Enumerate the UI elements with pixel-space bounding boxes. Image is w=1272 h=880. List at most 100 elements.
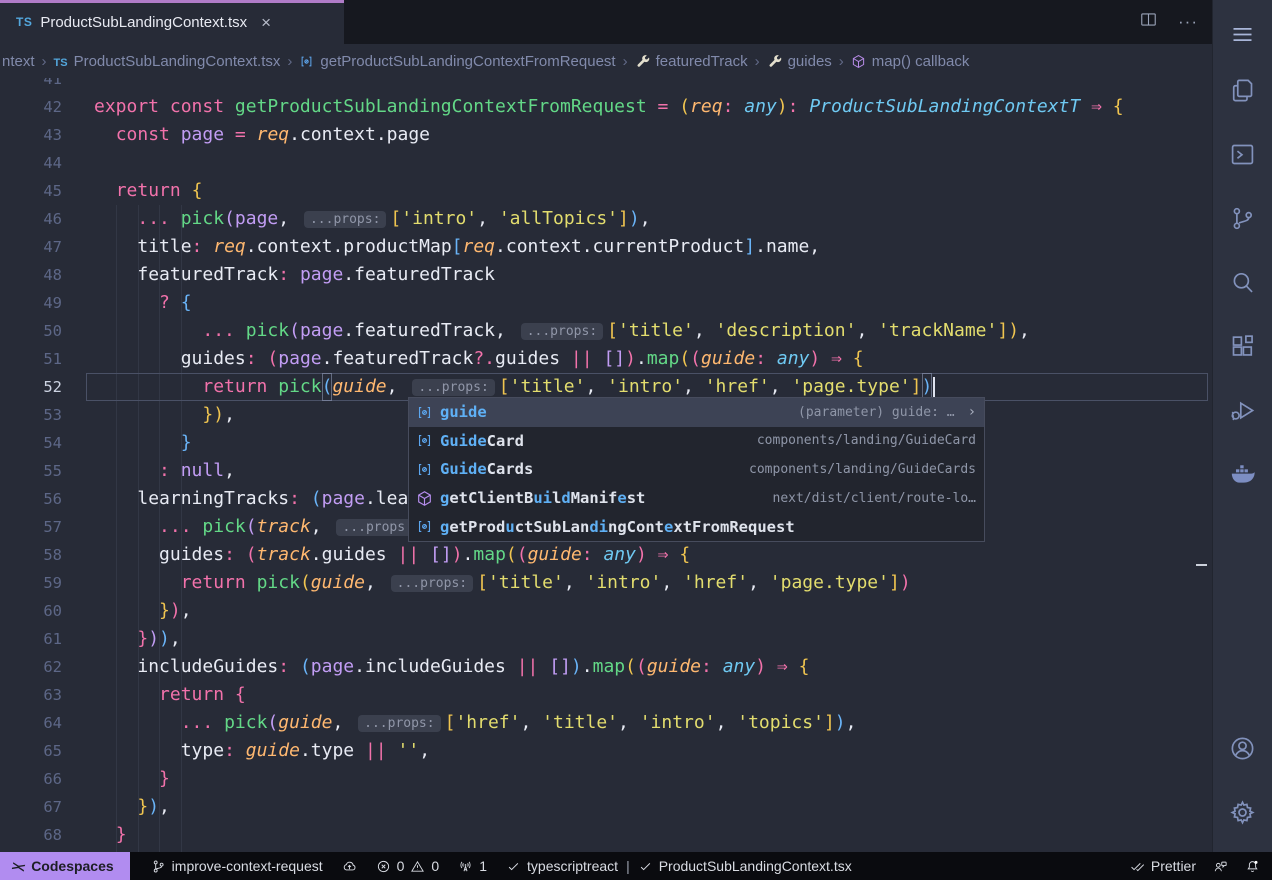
extensions-icon[interactable] <box>1213 314 1272 378</box>
line-number[interactable]: 59 <box>0 569 62 597</box>
breadcrumb-item[interactable]: getProductSubLandingContextFromRequest <box>299 53 615 70</box>
code-line-51[interactable]: 51 guides: (page.featuredTrack?.guides |… <box>0 345 1212 373</box>
line-number[interactable]: 57 <box>0 513 62 541</box>
line-number[interactable]: 47 <box>0 233 62 261</box>
problems[interactable]: 00 <box>376 858 440 874</box>
line-number[interactable]: 56 <box>0 485 62 513</box>
line-number[interactable]: 52 <box>0 373 62 401</box>
line-number[interactable]: 63 <box>0 681 62 709</box>
files-icon[interactable] <box>1213 58 1272 122</box>
code-line-68[interactable]: 68 } <box>0 821 1212 849</box>
docker-icon[interactable] <box>1213 442 1272 506</box>
code-line-47[interactable]: 47 title: req.context.productMap[req.con… <box>0 233 1212 261</box>
token: = <box>235 121 246 149</box>
suggest-item[interactable]: getProductSubLandingContextFromRequest <box>409 512 984 541</box>
line-number[interactable]: 53 <box>0 401 62 429</box>
code-line-65[interactable]: 65 type: guide.type || '', <box>0 737 1212 765</box>
code-line-61[interactable]: 61 })), <box>0 625 1212 653</box>
token: ) <box>213 401 224 429</box>
token: const <box>116 121 170 149</box>
code-line-43[interactable]: 43 const page = req.context.page <box>0 121 1212 149</box>
line-number[interactable]: 60 <box>0 597 62 625</box>
publish-changes[interactable] <box>342 859 357 874</box>
suggest-item[interactable]: GuideCardcomponents/landing/GuideCard <box>409 427 984 456</box>
editor-more-actions-icon[interactable]: ··· <box>1178 12 1198 32</box>
line-number[interactable]: 65 <box>0 737 62 765</box>
token: : <box>246 345 268 373</box>
line-number[interactable]: 62 <box>0 653 62 681</box>
code-line-66[interactable]: 66 } <box>0 765 1212 793</box>
wrench-icon <box>635 54 650 69</box>
line-number[interactable]: 64 <box>0 709 62 737</box>
line-number[interactable]: 41 <box>0 78 62 93</box>
source-control-icon[interactable] <box>1213 186 1272 250</box>
code-line-44[interactable]: 44 <box>0 149 1212 177</box>
suggest-item[interactable]: guide(parameter) guide: …› <box>409 398 984 427</box>
code-line-62[interactable]: 62 includeGuides: (page.includeGuides ||… <box>0 653 1212 681</box>
breadcrumb-item[interactable]: TSProductSubLandingContext.tsx <box>54 53 281 70</box>
suggest-item[interactable]: getClientBuildManifestnext/dist/client/r… <box>409 484 984 513</box>
menu-icon[interactable] <box>1213 10 1272 58</box>
line-number[interactable]: 67 <box>0 793 62 821</box>
search-icon[interactable] <box>1213 250 1272 314</box>
line-number[interactable]: 43 <box>0 121 62 149</box>
ports[interactable]: 1 <box>458 858 487 874</box>
code-text: }), <box>94 793 170 821</box>
token <box>387 737 398 765</box>
language-status[interactable]: typescriptreact|ProductSubLandingContext… <box>506 858 852 874</box>
code-line-46[interactable]: 46 ... pick(page, ...props:['intro', 'al… <box>0 205 1212 233</box>
token: .lea <box>365 485 408 513</box>
line-number[interactable]: 44 <box>0 149 62 177</box>
token: ) <box>900 569 911 597</box>
split-editor-icon[interactable] <box>1139 10 1158 34</box>
terminal-icon[interactable] <box>1213 122 1272 186</box>
code-line-50[interactable]: 50 ... pick(page.featuredTrack, ...props… <box>0 317 1212 345</box>
line-number[interactable]: 61 <box>0 625 62 653</box>
line-number[interactable]: 42 <box>0 93 62 121</box>
tab-productsublandingcontext[interactable]: TS ProductSubLandingContext.tsx × <box>0 0 344 44</box>
breadcrumb-item[interactable]: guides <box>767 53 832 70</box>
line-number[interactable]: 68 <box>0 821 62 849</box>
code-line-45[interactable]: 45 return { <box>0 177 1212 205</box>
token: ( <box>267 709 278 737</box>
line-number[interactable]: 49 <box>0 289 62 317</box>
line-number[interactable]: 66 <box>0 765 62 793</box>
code-line-63[interactable]: 63 return { <box>0 681 1212 709</box>
line-number[interactable]: 55 <box>0 457 62 485</box>
settings-icon[interactable] <box>1213 780 1272 844</box>
code-line-41[interactable]: 41 <box>0 78 1212 93</box>
notifications[interactable] <box>1245 859 1260 874</box>
line-number[interactable]: 54 <box>0 429 62 457</box>
token: , <box>170 625 181 653</box>
breadcrumb-item[interactable]: featuredTrack <box>635 53 748 70</box>
account-icon[interactable] <box>1213 716 1272 780</box>
line-number[interactable]: 50 <box>0 317 62 345</box>
code-line-49[interactable]: 49 ? { <box>0 289 1212 317</box>
suggest-item[interactable]: GuideCardscomponents/landing/GuideCards <box>409 455 984 484</box>
code-line-67[interactable]: 67 }), <box>0 793 1212 821</box>
breadcrumb-item[interactable]: ntext <box>2 53 35 70</box>
line-number[interactable]: 48 <box>0 261 62 289</box>
breadcrumb-item[interactable]: map() callback <box>851 53 970 70</box>
suggest-expand-icon[interactable]: › <box>968 404 976 420</box>
token: , <box>694 317 716 345</box>
line-number[interactable]: 45 <box>0 177 62 205</box>
line-number[interactable]: 46 <box>0 205 62 233</box>
debug-icon[interactable] <box>1213 378 1272 442</box>
code-line-60[interactable]: 60 }), <box>0 597 1212 625</box>
token: ( <box>246 541 257 569</box>
formatter[interactable]: Prettier <box>1130 858 1196 874</box>
line-number[interactable]: 58 <box>0 541 62 569</box>
git-branch[interactable]: improve-context-request <box>151 858 323 874</box>
code-text: learningTracks: (page.lea <box>94 485 408 513</box>
line-number[interactable]: 51 <box>0 345 62 373</box>
close-tab-icon[interactable]: × <box>261 14 271 31</box>
codespaces-badge[interactable]: ><Codespaces <box>0 852 130 880</box>
code-line-59[interactable]: 59 return pick(guide, ...props:['title',… <box>0 569 1212 597</box>
code-line-48[interactable]: 48 featuredTrack: page.featuredTrack <box>0 261 1212 289</box>
code-line-42[interactable]: 42export const getProductSubLandingConte… <box>0 93 1212 121</box>
token <box>669 541 680 569</box>
code-line-58[interactable]: 58 guides: (track.guides || []).map((gui… <box>0 541 1212 569</box>
code-line-64[interactable]: 64 ... pick(guide, ...props:['href', 'ti… <box>0 709 1212 737</box>
feedback[interactable] <box>1213 859 1228 874</box>
